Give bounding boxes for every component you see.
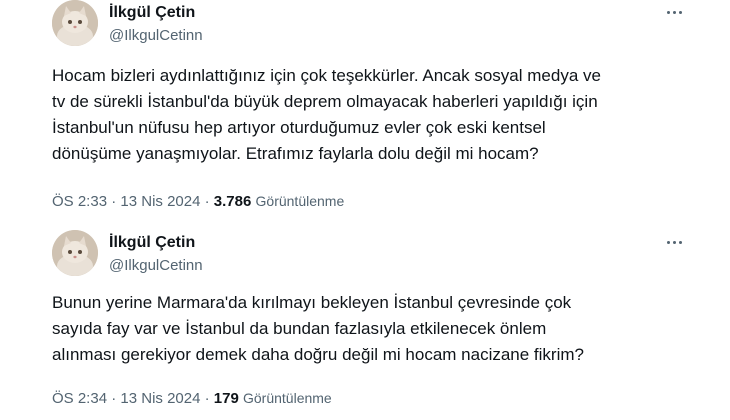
avatar[interactable] [52,0,98,46]
meta-separator: · [204,390,210,407]
tweet-date[interactable]: 13 Nis 2024 [120,193,200,210]
views-count: 3.786 [213,193,252,210]
tweet-text-line: tv de sürekli İstanbul'da büyük deprem o… [52,92,598,111]
display-name[interactable]: İlkgül Çetin [109,234,195,252]
tweet-1: İlkgül Çetin @IlkgulCetinn Hocam bizleri… [0,0,730,222]
more-options-icon[interactable] [664,2,686,24]
tweet-time[interactable]: ÖS 2:34 [52,390,107,407]
tweet-text-line: İstanbul'un nüfusu hep artıyor oturduğum… [52,118,546,137]
views-count: 179 [213,390,239,407]
tweet-text-line: sayıda fay var ve İstanbul da bundan faz… [52,319,547,338]
meta-separator: · [204,193,210,210]
meta-separator: · [111,193,117,210]
views-label: Görüntülenme [243,390,332,406]
tweet-time[interactable]: ÖS 2:33 [52,193,107,210]
more-options-icon[interactable] [664,232,686,254]
user-handle[interactable]: @IlkgulCetinn [109,27,203,44]
tweet-2: İlkgül Çetin @IlkgulCetinn Bunun yerine … [0,222,730,420]
meta-separator: · [111,390,117,407]
tweet-text: Hocam bizleri aydınlattığınız için çok t… [52,63,692,167]
avatar[interactable] [52,230,98,276]
tweet-text-line: dönüşüme yanaşmıyolar. Etrafımız faylarl… [52,144,539,163]
tweet-text-line: Bunun yerine Marmara'da kırılmayı bekley… [52,293,572,312]
tweet-meta: ÖS 2:33 · 13 Nis 2024 · 3.786 Görüntülen… [52,193,344,210]
user-handle[interactable]: @IlkgulCetinn [109,257,203,274]
tweet-date[interactable]: 13 Nis 2024 [120,390,200,407]
display-name[interactable]: İlkgül Çetin [109,4,195,22]
tweet-text-line: Hocam bizleri aydınlattığınız için çok t… [52,66,601,85]
tweet-text: Bunun yerine Marmara'da kırılmayı bekley… [52,290,692,368]
tweet-meta: ÖS 2:34 · 13 Nis 2024 · 179 Görüntülenme [52,390,332,407]
views-label: Görüntülenme [255,193,345,209]
tweet-text-line: alınması gerekiyor demek daha doğru deği… [52,345,584,364]
